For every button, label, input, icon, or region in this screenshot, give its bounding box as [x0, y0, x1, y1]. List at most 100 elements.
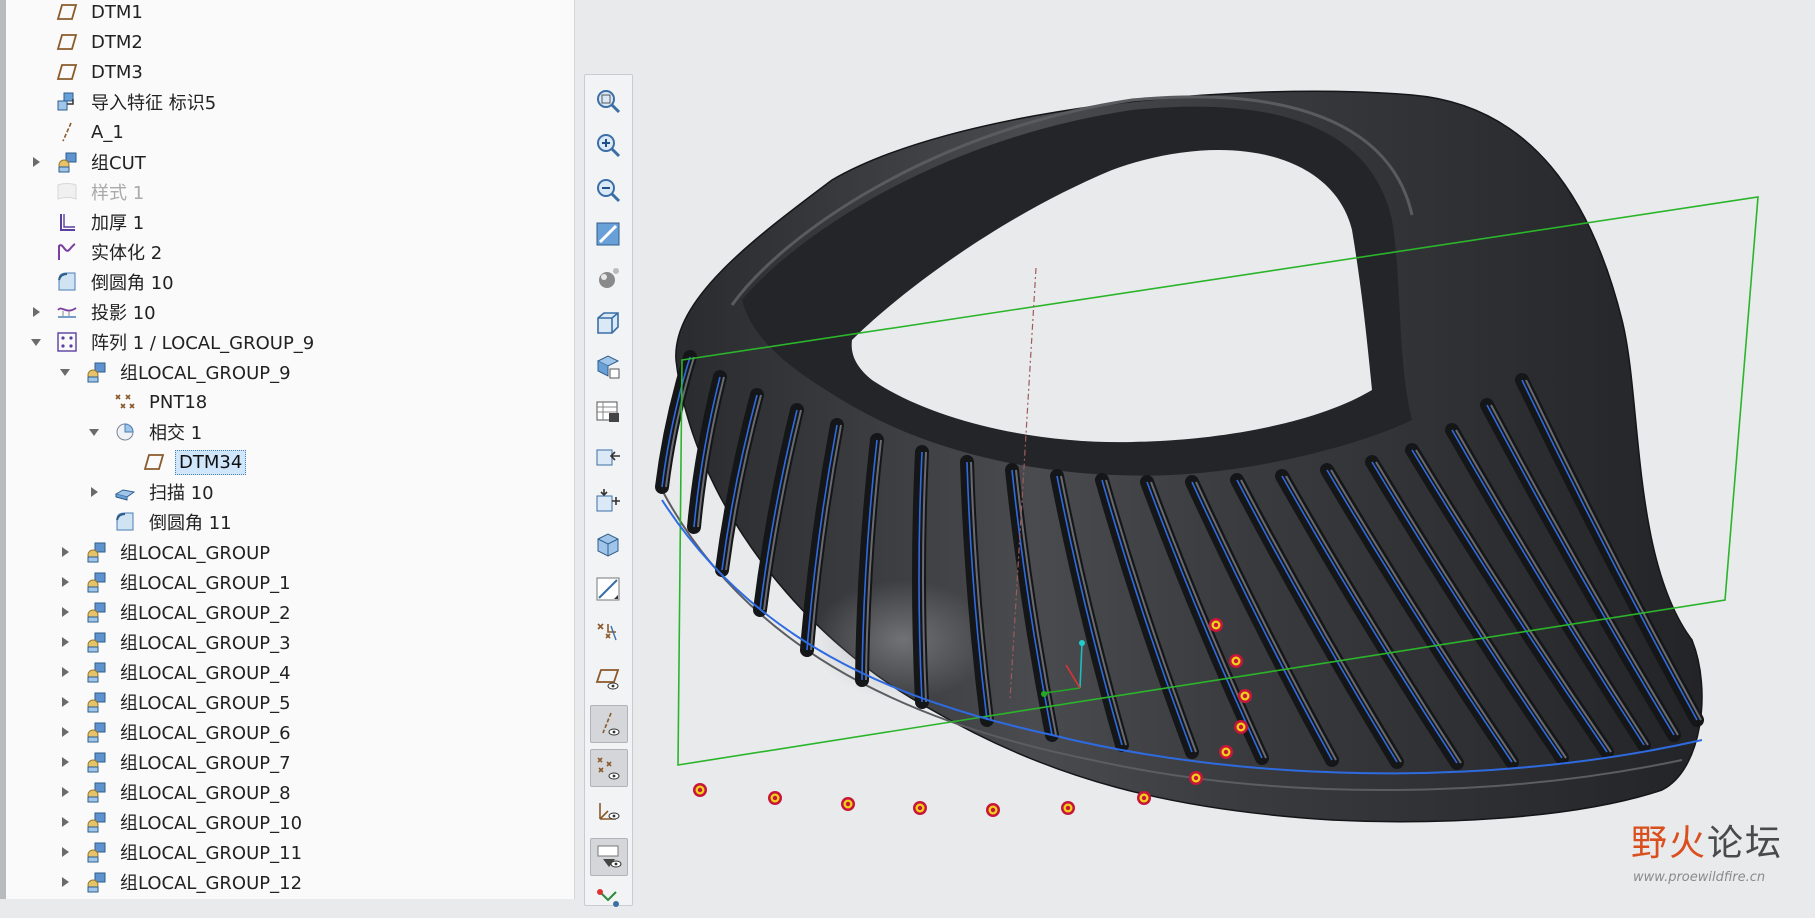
datum-point-marker[interactable]: [841, 797, 855, 811]
group-icon: [83, 359, 109, 385]
expand-arrow-icon[interactable]: [57, 754, 73, 770]
tree-item[interactable]: 组LOCAL_GROUP_9: [57, 357, 294, 387]
expand-arrow-icon[interactable]: [57, 544, 73, 560]
collapse-arrow-icon[interactable]: [57, 364, 73, 380]
datum-point-marker[interactable]: [1219, 745, 1233, 759]
tree-item-label: 倒圆角 11: [149, 513, 232, 534]
saved-orientations-icon[interactable]: [590, 305, 626, 341]
expand-arrow-icon[interactable]: [57, 784, 73, 800]
expand-arrow-icon[interactable]: [57, 604, 73, 620]
tree-item[interactable]: 扫描 10: [86, 477, 217, 507]
display-style-icon[interactable]: [590, 261, 626, 297]
expand-arrow-icon[interactable]: [86, 484, 102, 500]
expand-arrow-icon[interactable]: [57, 574, 73, 590]
import-feature-icon: [54, 89, 80, 115]
tree-item-label: 组LOCAL_GROUP_7: [120, 753, 291, 774]
pattern-icon: [54, 329, 80, 355]
expand-arrow-icon[interactable]: [57, 664, 73, 680]
tree-item[interactable]: 阵列 1 / LOCAL_GROUP_9: [28, 327, 317, 357]
tree-item[interactable]: 组CUT: [28, 147, 149, 177]
tree-item[interactable]: 组LOCAL_GROUP_6: [57, 717, 294, 747]
tree-item[interactable]: DTM3: [28, 57, 146, 87]
graphics-viewport[interactable]: [632, 0, 1815, 899]
expand-arrow-icon[interactable]: [57, 724, 73, 740]
tree-item[interactable]: 组LOCAL_GROUP_7: [57, 747, 294, 777]
zoom-out-icon[interactable]: [590, 172, 626, 208]
tree-item-label: 组LOCAL_GROUP_11: [120, 843, 303, 864]
tree-item[interactable]: A_1: [28, 117, 127, 147]
tree-item[interactable]: 组LOCAL_GROUP_8: [57, 777, 294, 807]
expand-arrow-icon[interactable]: [28, 154, 44, 170]
tree-item[interactable]: 组LOCAL_GROUP_5: [57, 687, 294, 717]
expand-arrow-icon[interactable]: [57, 814, 73, 830]
tree-item-label: 组LOCAL_GROUP_3: [120, 633, 291, 654]
datum-point-marker[interactable]: [1238, 689, 1252, 703]
tree-item[interactable]: 样式 1: [28, 177, 147, 207]
tree-item[interactable]: PNT18: [86, 387, 210, 417]
tree-item[interactable]: 倒圆角 10: [28, 267, 177, 297]
tree-item[interactable]: DTM2: [28, 27, 146, 57]
model-tree: DTM1 DTM2 DTM3 导入特征 标识5 A_1 组CUT 样式 1 加厚 1 实体化 2…: [0, 0, 575, 899]
model-tree-toggle-icon[interactable]: [590, 882, 626, 918]
expand-arrow-icon[interactable]: [57, 634, 73, 650]
tree-item-label: DTM2: [91, 31, 143, 53]
datum-point-marker[interactable]: [986, 803, 1000, 817]
collapse-arrow-icon[interactable]: [86, 424, 102, 440]
tree-item[interactable]: 倒圆角 11: [86, 507, 235, 537]
plane-display-icon[interactable]: [590, 660, 626, 696]
annotation-display-icon[interactable]: [590, 616, 626, 652]
datum-point-marker[interactable]: [1234, 720, 1248, 734]
tree-item[interactable]: 投影 10: [28, 297, 159, 327]
tree-item[interactable]: 组LOCAL_GROUP_2: [57, 597, 294, 627]
tree-item[interactable]: 加厚 1: [28, 207, 147, 237]
group-icon: [83, 809, 109, 835]
datum-axis-icon: [54, 119, 80, 145]
expand-arrow-icon[interactable]: [57, 874, 73, 890]
expand-arrow-icon[interactable]: [57, 844, 73, 860]
tree-item[interactable]: 组LOCAL_GROUP_11: [57, 837, 305, 867]
tree-item[interactable]: 导入特征 标识5: [28, 87, 219, 117]
expand-arrow-icon[interactable]: [57, 694, 73, 710]
zoom-in-icon[interactable]: [590, 127, 626, 163]
tree-item[interactable]: 组LOCAL_GROUP_10: [57, 807, 305, 837]
datum-point-marker[interactable]: [768, 791, 782, 805]
datum-point-marker[interactable]: [913, 801, 927, 815]
repaint-icon[interactable]: [590, 216, 626, 252]
view-manager-icon[interactable]: [590, 349, 626, 385]
datum-point-marker[interactable]: [1061, 801, 1075, 815]
datum-plane-icon: [54, 59, 80, 85]
spin-center-icon[interactable]: [590, 837, 628, 876]
section-next-icon[interactable]: [590, 438, 626, 474]
perspective-icon[interactable]: [590, 394, 626, 430]
tree-item[interactable]: 实体化 2: [28, 237, 165, 267]
watermark-char-2: 火: [1669, 823, 1708, 864]
axis-display-icon[interactable]: [590, 704, 628, 743]
tree-item[interactable]: 组LOCAL_GROUP: [57, 537, 273, 567]
tree-item-label: 组LOCAL_GROUP: [120, 543, 271, 564]
datum-point-marker[interactable]: [1189, 771, 1203, 785]
datum-point-marker[interactable]: [1209, 618, 1223, 632]
tree-item[interactable]: 组LOCAL_GROUP_3: [57, 627, 294, 657]
tree-item[interactable]: DTM34: [115, 447, 247, 477]
point-display-icon[interactable]: [590, 749, 628, 787]
group-icon: [54, 149, 80, 175]
tree-item[interactable]: DTM1: [28, 0, 146, 27]
tree-item-label: 样式 1: [91, 183, 145, 204]
expand-arrow-icon[interactable]: [28, 304, 44, 320]
tree-item[interactable]: 组LOCAL_GROUP_1: [57, 567, 294, 597]
tree-item[interactable]: 相交 1: [86, 417, 205, 447]
datum-point-marker[interactable]: [693, 783, 707, 797]
csys-display-icon[interactable]: [590, 793, 626, 829]
datum-point-marker[interactable]: [1229, 654, 1243, 668]
appearance-icon[interactable]: [590, 527, 626, 563]
solidify-icon: [54, 239, 80, 265]
tree-item[interactable]: 组LOCAL_GROUP_4: [57, 657, 294, 687]
section-add-icon[interactable]: [590, 483, 626, 519]
collapse-arrow-icon[interactable]: [28, 334, 44, 350]
tree-item-label: DTM1: [91, 1, 143, 23]
tree-item[interactable]: 组LOCAL_GROUP_12: [57, 867, 305, 897]
refit-icon[interactable]: [590, 83, 626, 119]
sketch-view-icon[interactable]: [590, 571, 626, 607]
datum-point-marker[interactable]: [1137, 791, 1151, 805]
